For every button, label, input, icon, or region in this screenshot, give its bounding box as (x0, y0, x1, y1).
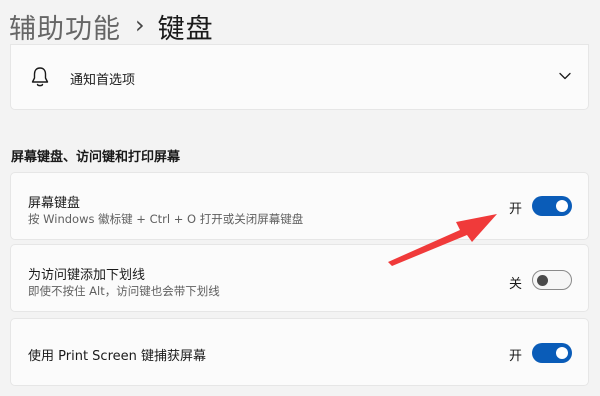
underline-access-keys-toggle[interactable] (532, 270, 572, 290)
underline-access-keys-description: 即使不按住 Alt，访问键也会带下划线 (28, 284, 220, 298)
on-screen-keyboard-description: 按 Windows 徽标键 + Ctrl + O 打开或关闭屏幕键盘 (28, 212, 304, 226)
print-screen-state: 开 (508, 349, 522, 364)
underline-access-keys-card: 为访问键添加下划线 即使不按住 Alt，访问键也会带下划线 关 (10, 244, 589, 312)
section-heading: 屏幕键盘、访问键和打印屏幕 (11, 150, 181, 165)
toggle-knob (556, 200, 568, 212)
underline-access-keys-state: 关 (508, 277, 522, 292)
toggle-knob (556, 347, 568, 359)
breadcrumb: 辅助功能 › 键盘 (9, 4, 214, 48)
print-screen-card: 使用 Print Screen 键捕获屏幕 开 (10, 318, 589, 386)
notification-preferences-label: 通知首选项 (70, 73, 136, 88)
on-screen-keyboard-toggle[interactable] (532, 196, 572, 216)
breadcrumb-separator: › (135, 11, 145, 39)
chevron-down-icon[interactable] (559, 72, 571, 80)
on-screen-keyboard-card: 屏幕键盘 按 Windows 徽标键 + Ctrl + O 打开或关闭屏幕键盘 … (10, 172, 589, 240)
on-screen-keyboard-state: 开 (508, 202, 522, 217)
breadcrumb-parent[interactable]: 辅助功能 (9, 7, 121, 46)
toggle-knob (537, 275, 548, 286)
underline-access-keys-title: 为访问键添加下划线 (28, 268, 146, 283)
notification-preferences-card[interactable]: 通知首选项 (10, 44, 589, 110)
bell-icon (31, 67, 49, 87)
page-title: 键盘 (157, 13, 214, 45)
print-screen-toggle[interactable] (532, 343, 572, 363)
print-screen-title: 使用 Print Screen 键捕获屏幕 (28, 349, 206, 364)
on-screen-keyboard-title: 屏幕键盘 (28, 196, 81, 211)
